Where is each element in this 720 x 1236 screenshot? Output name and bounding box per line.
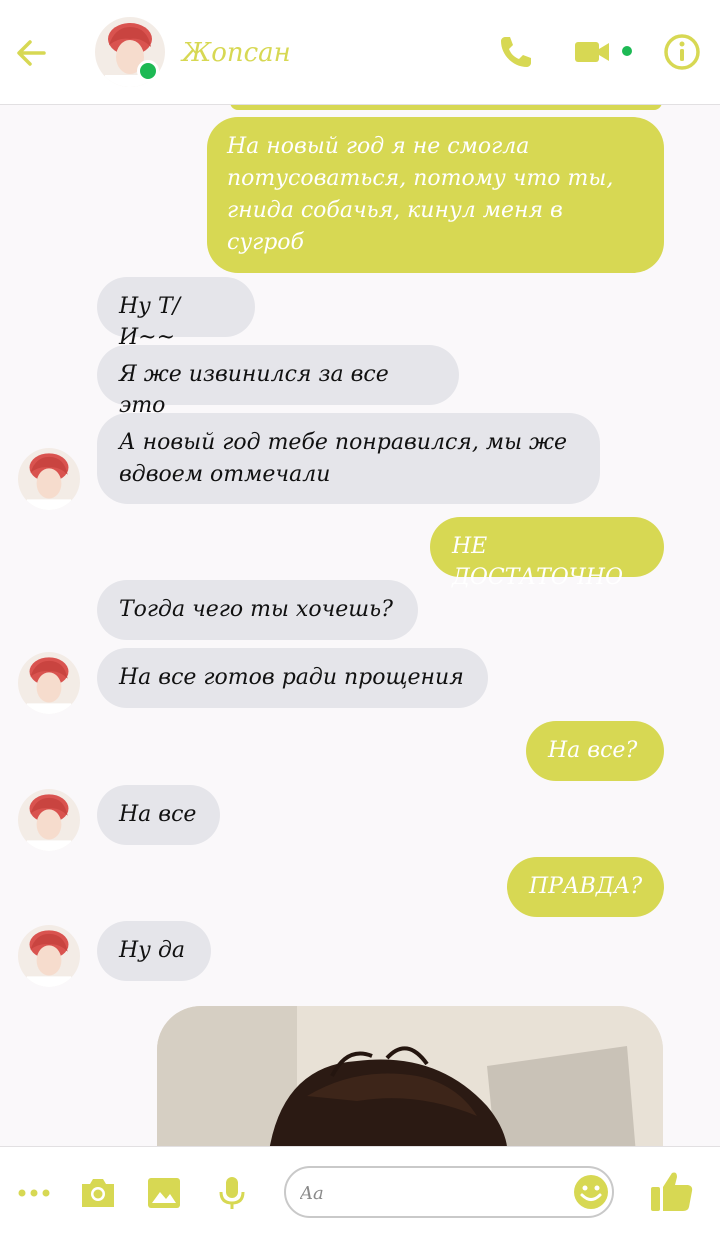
message-outgoing[interactable]: На все? [526,721,664,781]
contact-avatar-small[interactable] [18,448,80,510]
chat-header: Жопсан [0,0,720,105]
message-outgoing[interactable]: НЕ ДОСТАТОЧНО [430,517,664,590]
video-camera-icon[interactable] [572,30,612,74]
microphone-icon[interactable] [212,1173,252,1213]
contact-avatar-small[interactable] [18,652,80,714]
contact-avatar-small[interactable] [18,925,80,987]
image-icon[interactable] [144,1173,184,1213]
video-online-dot [622,46,632,56]
back-arrow-icon[interactable] [12,33,52,73]
photo-message[interactable] [157,1006,663,1166]
message-incoming[interactable]: А новый год тебе понравился, мы же вдвое… [97,413,600,504]
emoji-icon[interactable] [572,1173,610,1211]
message-incoming[interactable]: Тогда чего ты хочешь? [97,580,418,640]
more-icon[interactable] [14,1173,54,1213]
message-input[interactable] [300,1178,570,1208]
message-outgoing[interactable]: На новый год я не смогла потусоваться, п… [207,117,664,273]
contact-avatar-small[interactable] [18,789,80,851]
message-incoming[interactable]: Ну да [97,921,211,981]
composer-bar [0,1146,720,1236]
message-incoming[interactable]: Ну Т/И~~ [97,277,255,350]
message-incoming[interactable]: Я же извинился за все это [97,345,459,418]
message-incoming[interactable]: На все [97,785,220,845]
contact-name[interactable]: Жопсан [182,38,291,68]
message-outgoing[interactable]: ПРАВДА? [507,857,664,917]
phone-icon[interactable] [494,30,538,74]
info-icon[interactable] [660,30,704,74]
message-input-box[interactable] [284,1166,614,1218]
thumbs-up-icon[interactable] [648,1167,696,1215]
online-status-dot [137,60,159,82]
camera-icon[interactable] [78,1173,118,1213]
message-incoming[interactable]: На все готов ради прощения [97,648,488,708]
